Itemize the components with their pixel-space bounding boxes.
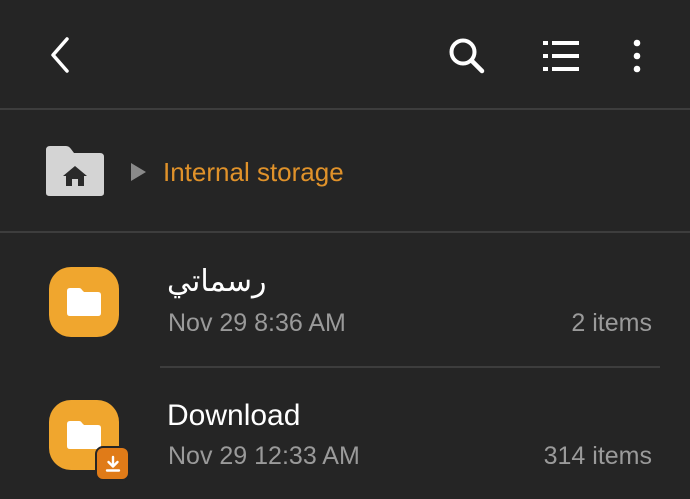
chevron-left-icon bbox=[51, 37, 69, 73]
file-item-count: 314 items bbox=[543, 442, 652, 470]
search-button[interactable] bbox=[436, 25, 498, 87]
list-item[interactable]: Download Nov 29 12:33 AM 314 items bbox=[0, 368, 690, 499]
back-button[interactable] bbox=[30, 25, 90, 85]
file-date: Nov 29 12:33 AM bbox=[168, 442, 360, 470]
home-folder-icon bbox=[46, 146, 104, 196]
breadcrumb-current[interactable]: Internal storage bbox=[163, 154, 344, 190]
download-icon bbox=[105, 455, 120, 472]
file-item-count: 2 items bbox=[571, 309, 652, 337]
file-name: Download bbox=[167, 399, 301, 432]
more-vertical-icon bbox=[633, 39, 641, 73]
download-badge bbox=[95, 446, 130, 481]
toolbar bbox=[0, 0, 690, 108]
home-folder-button[interactable] bbox=[44, 144, 106, 198]
more-options-button[interactable] bbox=[612, 25, 662, 87]
file-date: Nov 29 8:36 AM bbox=[168, 309, 346, 337]
list-view-button[interactable] bbox=[530, 25, 592, 87]
breadcrumb: Internal storage bbox=[0, 110, 690, 231]
play-arrow-icon bbox=[131, 163, 146, 181]
list-item[interactable]: رسماتي Nov 29 8:36 AM 2 items bbox=[0, 233, 690, 367]
file-manager-screen: Internal storage رسماتي Nov 29 8:36 AM 2… bbox=[0, 0, 690, 499]
folder-icon bbox=[49, 267, 119, 337]
search-icon bbox=[449, 38, 485, 74]
file-name: رسماتي bbox=[167, 265, 267, 298]
list-view-icon bbox=[543, 41, 579, 71]
